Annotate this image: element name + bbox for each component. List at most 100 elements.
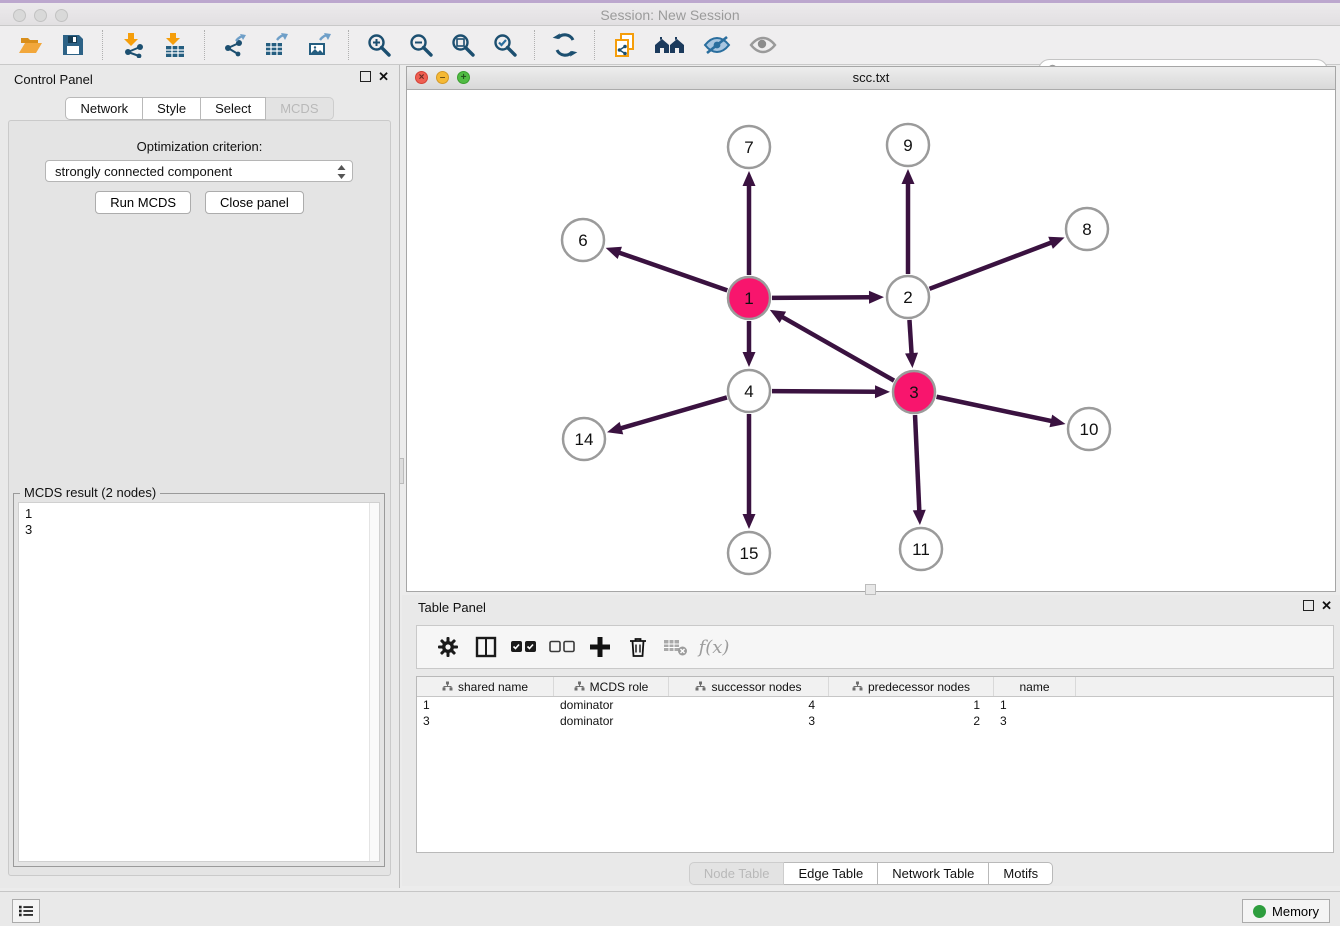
table-settings-gear-icon[interactable] <box>434 633 462 661</box>
import-network-icon[interactable] <box>120 32 146 58</box>
node-table-header: shared name MCDS role successor nodes prede… <box>417 677 1333 697</box>
column-header-shared-name[interactable]: shared name <box>417 677 554 696</box>
zoom-in-icon[interactable] <box>366 32 392 58</box>
mcds-result-area[interactable]: 1 3 <box>18 502 380 862</box>
column-header-label: predecessor nodes <box>868 680 970 694</box>
table-cell[interactable]: 1 <box>994 697 1076 713</box>
edge-2-3[interactable] <box>909 320 911 355</box>
table-panel-close-icon[interactable]: ✕ <box>1321 600 1332 611</box>
table-tab-edge-table[interactable]: Edge Table <box>784 862 878 885</box>
open-session-icon[interactable] <box>18 32 44 58</box>
result-scrollbar[interactable] <box>369 503 379 861</box>
hide-selected-icon[interactable] <box>702 32 732 58</box>
table-row[interactable]: 3dominator323 <box>417 713 1333 729</box>
table-tab-network-table[interactable]: Network Table <box>878 862 989 885</box>
edge-1-6[interactable] <box>618 252 727 290</box>
export-table-icon[interactable] <box>264 32 290 58</box>
node-table-body: 1dominator4113dominator323 <box>417 697 1333 729</box>
graph-node-label: 9 <box>903 136 912 155</box>
export-network-icon[interactable] <box>222 32 248 58</box>
memory-button[interactable]: Memory <box>1242 899 1330 923</box>
table-cell[interactable]: dominator <box>554 713 669 729</box>
import-table-icon[interactable] <box>162 32 188 58</box>
control-panel-tabs: NetworkStyleSelectMCDS <box>0 97 399 120</box>
optimization-criterion-select[interactable]: strongly connected component <box>45 160 353 182</box>
column-header-predecessor-nodes[interactable]: predecessor nodes <box>829 677 994 696</box>
toolbar-separator <box>348 30 350 60</box>
tab-network[interactable]: Network <box>65 97 143 120</box>
mcds-result-title: MCDS result (2 nodes) <box>20 485 160 500</box>
mcds-result-groupbox: MCDS result (2 nodes) 1 3 <box>13 493 385 867</box>
table-panel-float-icon[interactable] <box>1303 600 1314 611</box>
edge-4-14[interactable] <box>620 397 727 428</box>
edge-3-10[interactable] <box>937 397 1053 422</box>
show-columns-icon[interactable] <box>472 633 500 661</box>
edge-2-8[interactable] <box>930 242 1053 289</box>
table-row[interactable]: 1dominator411 <box>417 697 1333 713</box>
toolbar-separator <box>204 30 206 60</box>
column-header-label: shared name <box>458 680 528 694</box>
home-pair-icon[interactable] <box>654 32 686 58</box>
table-cell[interactable]: 3 <box>669 713 829 729</box>
edge-arrowhead <box>913 510 926 525</box>
control-panel-close-icon[interactable]: ✕ <box>378 71 389 82</box>
table-cell[interactable]: 1 <box>829 697 994 713</box>
table-cell[interactable]: 3 <box>994 713 1076 729</box>
tab-mcds[interactable]: MCDS <box>266 97 333 120</box>
control-panel-float-icon[interactable] <box>360 71 371 82</box>
table-cell[interactable]: dominator <box>554 697 669 713</box>
column-header-MCDS-role[interactable]: MCDS role <box>554 677 669 696</box>
optimization-criterion-label: Optimization criterion: <box>9 139 390 154</box>
column-header-name[interactable]: name <box>994 677 1076 696</box>
graph-node-label: 11 <box>912 540 930 559</box>
edge-arrowhead <box>905 353 918 368</box>
network-window-titlebar[interactable]: × – + scc.txt <box>407 67 1335 90</box>
select-all-columns-icon[interactable] <box>510 633 538 661</box>
show-panels-list-button[interactable] <box>12 899 40 923</box>
tab-style[interactable]: Style <box>143 97 201 120</box>
column-header-label: successor nodes <box>711 680 801 694</box>
deselect-all-columns-icon[interactable] <box>548 633 576 661</box>
table-panel-title: Table Panel <box>418 600 486 615</box>
graph-node-label: 14 <box>575 430 594 449</box>
zoom-fit-icon[interactable] <box>450 32 476 58</box>
close-panel-button[interactable]: Close panel <box>205 191 304 214</box>
zoom-selected-icon[interactable] <box>492 32 518 58</box>
edge-arrowhead <box>743 352 756 367</box>
graph-node-label: 3 <box>909 383 918 402</box>
edge-arrowhead <box>606 247 622 259</box>
save-session-icon[interactable] <box>60 32 86 58</box>
toolbar-separator <box>102 30 104 60</box>
edge-arrowhead <box>902 169 915 184</box>
control-panel: Control Panel ✕ NetworkStyleSelectMCDS O… <box>0 65 400 888</box>
refresh-icon[interactable] <box>552 32 578 58</box>
export-image-icon[interactable] <box>306 32 332 58</box>
table-cell[interactable]: 1 <box>417 697 554 713</box>
node-table[interactable]: shared name MCDS role successor nodes prede… <box>416 676 1334 853</box>
create-column-plus-icon[interactable] <box>586 633 614 661</box>
show-all-icon[interactable] <box>748 32 778 58</box>
zoom-out-icon[interactable] <box>408 32 434 58</box>
table-cell[interactable]: 2 <box>829 713 994 729</box>
network-resize-handle[interactable] <box>865 584 876 595</box>
function-builder-icon[interactable]: f(x) <box>700 633 728 661</box>
panel-splitter-handle[interactable] <box>399 458 404 484</box>
column-sort-icon <box>442 681 453 692</box>
delete-column-trash-icon[interactable] <box>624 633 652 661</box>
column-header-successor-nodes[interactable]: successor nodes <box>669 677 829 696</box>
edge-3-1[interactable] <box>781 316 894 380</box>
table-cell[interactable]: 3 <box>417 713 554 729</box>
tab-select[interactable]: Select <box>201 97 266 120</box>
clone-network-icon[interactable] <box>612 32 638 58</box>
mcds-panel: Optimization criterion: strongly connect… <box>8 120 391 876</box>
edge-arrowhead <box>1049 415 1065 428</box>
table-tab-motifs[interactable]: Motifs <box>989 862 1053 885</box>
edge-4-3[interactable] <box>772 391 877 392</box>
edge-1-2[interactable] <box>772 297 871 298</box>
network-canvas[interactable]: 7968124314101511 <box>407 89 1335 591</box>
edge-3-11[interactable] <box>915 415 919 512</box>
table-cell[interactable]: 4 <box>669 697 829 713</box>
table-tab-node-table[interactable]: Node Table <box>689 862 785 885</box>
run-mcds-button[interactable]: Run MCDS <box>95 191 191 214</box>
delete-table-icon[interactable] <box>662 633 690 661</box>
